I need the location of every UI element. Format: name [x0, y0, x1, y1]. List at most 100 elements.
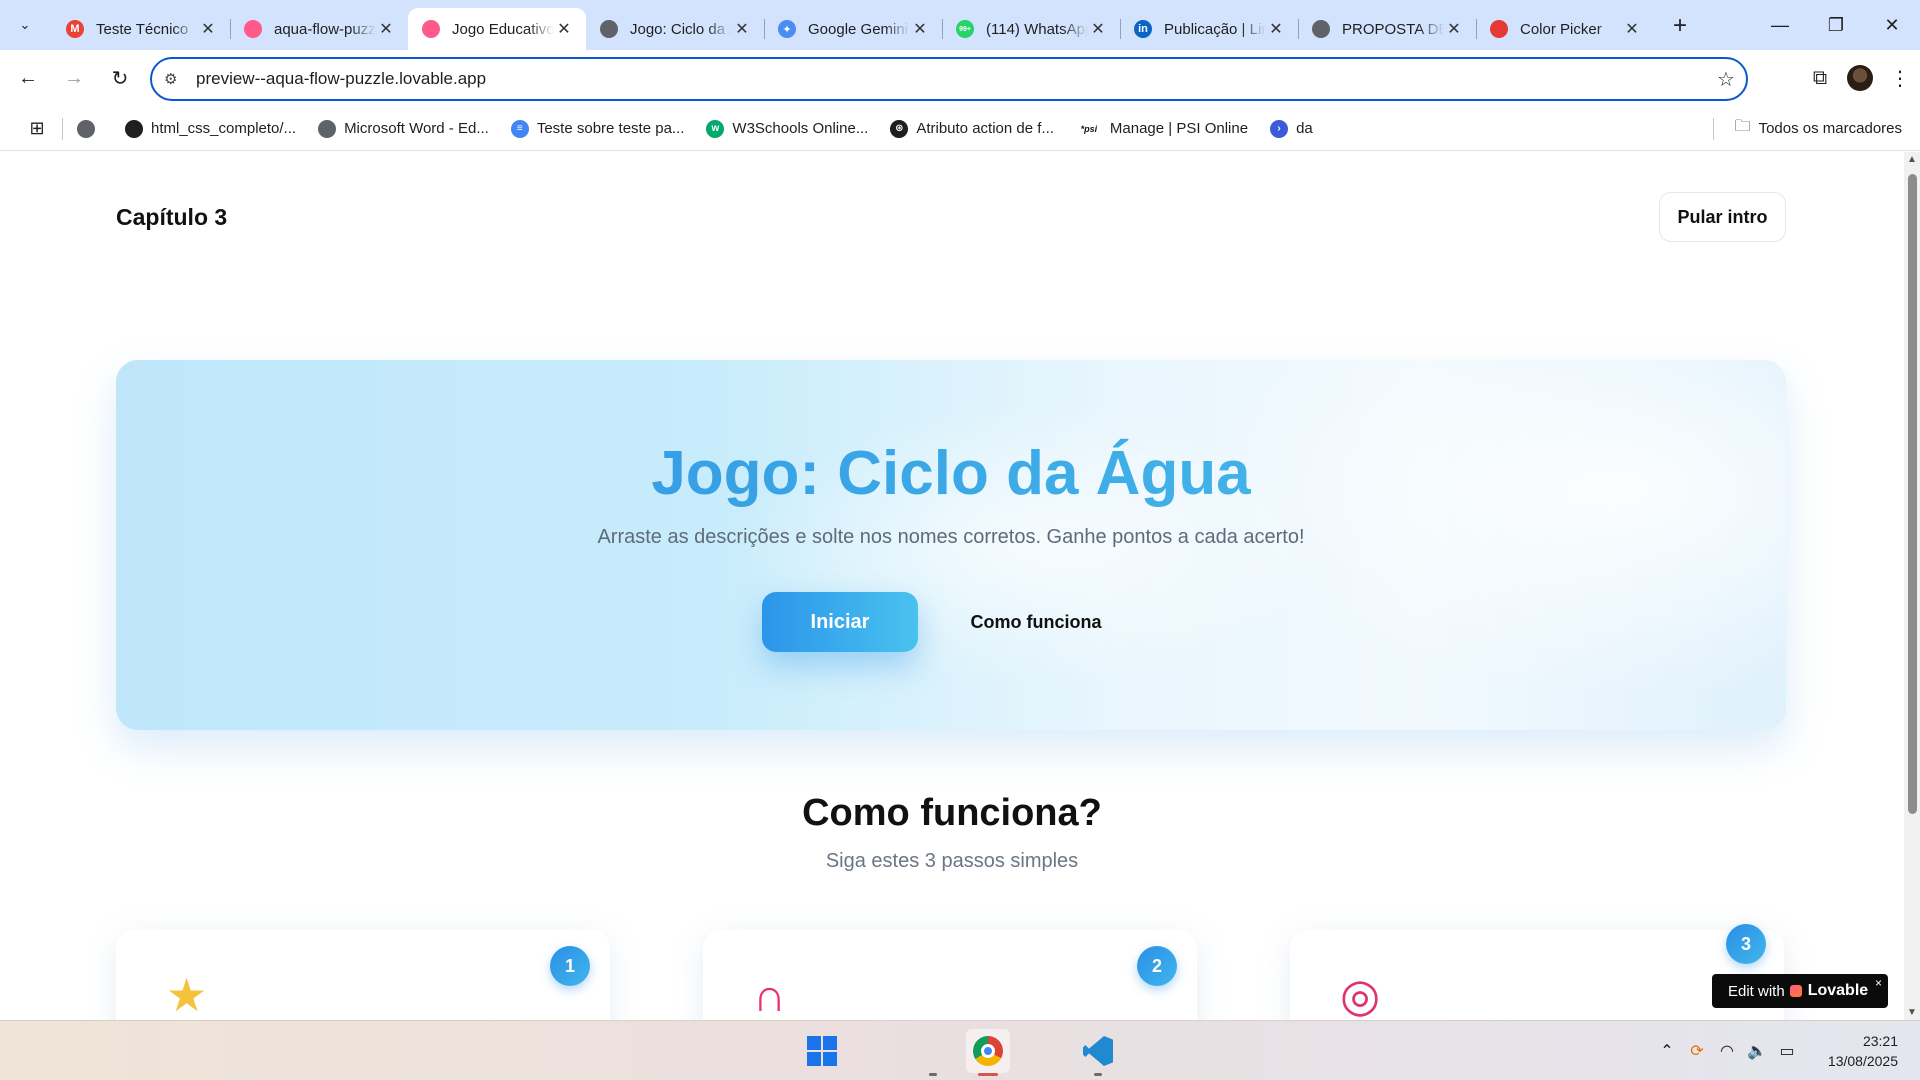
tab-3[interactable]: Jogo Educativo ✕ [408, 8, 586, 50]
battery-icon[interactable]: ▭ [1772, 1041, 1802, 1061]
bookmark-item[interactable]: › da [1270, 119, 1313, 138]
docs-icon: ≡ [510, 119, 529, 138]
tab-list: MTeste Técnico✕aqua-flow-puzzle✕Jogo Edu… [52, 8, 1654, 50]
step-card: ★ 1 [116, 930, 610, 1020]
address-bar[interactable]: ⚙ preview--aqua-flow-puzzle.lovable.app … [150, 57, 1748, 101]
tab-9[interactable]: Color Picker ✕ [1476, 8, 1654, 50]
hero-title: Jogo: Ciclo da Água [116, 438, 1786, 509]
globe-icon [77, 119, 95, 138]
start-button-windows[interactable] [800, 1029, 844, 1073]
sync-icon[interactable]: ⟳ [1682, 1041, 1712, 1061]
tab-2[interactable]: aqua-flow-puzzle✕ [230, 8, 408, 50]
github-icon [125, 119, 143, 138]
reload-button[interactable]: ↻ [102, 61, 138, 97]
window-controls: — ❐ ✕ [1752, 0, 1920, 50]
close-icon[interactable]: ✕ [1622, 19, 1642, 39]
close-icon[interactable]: ✕ [1266, 19, 1286, 39]
bookmark-label: Atributo action de f... [916, 120, 1054, 137]
bookmark-item[interactable]: html_css_completo/... [125, 119, 297, 138]
bookmark-item[interactable]: Microsoft Word - Ed... [318, 119, 489, 138]
tab-4[interactable]: Jogo: Ciclo da Água✕ [586, 8, 764, 50]
close-icon[interactable]: ✕ [910, 19, 930, 39]
menu-dots-icon[interactable]: ⋮ [1880, 60, 1920, 96]
bookmark-item[interactable]: w W3Schools Online... [706, 119, 868, 138]
how-section-subtitle: Siga estes 3 passos simples [825, 850, 1079, 872]
hero-card: Jogo: Ciclo da Água Arraste as descriçõe… [116, 360, 1786, 730]
bookmark-label: html_css_completo/... [151, 120, 297, 137]
forward-button[interactable]: → [56, 61, 92, 97]
clock-time: 23:21 [1862, 1033, 1898, 1049]
start-button[interactable]: Iniciar [762, 592, 918, 652]
apps-grid-icon[interactable]: ⊞ [20, 118, 54, 139]
folder-icon: 🗀 [1734, 118, 1751, 135]
whatsapp-icon: 99+ [956, 20, 974, 38]
skip-intro-button[interactable]: Pular intro [1659, 192, 1786, 242]
extensions-icon[interactable]: ⧉ [1800, 60, 1840, 96]
tab-title: Google Gemini [808, 20, 909, 38]
target-icon: ◎ [1340, 969, 1381, 1020]
how-section-title: Como funciona? [802, 792, 1102, 834]
close-window-icon[interactable]: ✕ [1864, 0, 1920, 50]
gemini-icon: ✦ [778, 20, 796, 38]
copilot-icon: › [1270, 119, 1289, 138]
bookmark-list: html_css_completo/... Microsoft Word - Ed… [125, 119, 1335, 138]
bookmarks-divider [62, 117, 63, 140]
globe-icon [318, 119, 337, 138]
close-icon[interactable]: × [1875, 976, 1882, 990]
volume-icon[interactable]: 🔈 [1742, 1041, 1772, 1061]
new-tab-button[interactable]: + [1664, 10, 1696, 42]
tab-8[interactable]: PROPOSTA DE ✕ [1298, 8, 1476, 50]
tab-title: Color Picker [1520, 20, 1602, 38]
hero-subtitle: Arraste as descrições e solte nos nomes … [597, 526, 1305, 548]
edit-with-lovable-badge[interactable]: Edit with Lovable × [1712, 974, 1888, 1008]
site-info-icon[interactable]: ⚙ [164, 70, 186, 88]
scroll-thumb[interactable] [1908, 174, 1917, 814]
globe-icon [1312, 20, 1330, 38]
tab-title: aqua-flow-puzzle [274, 20, 376, 38]
bookmark-label: Manage | PSI Online [1109, 120, 1249, 137]
tab-5[interactable]: ✦ Google Gemini ✕ [764, 8, 942, 50]
back-button[interactable]: ← [10, 61, 46, 97]
tab-1[interactable]: M Teste Técnico ✕ [52, 8, 230, 50]
scroll-up-icon[interactable]: ▲ [1907, 154, 1917, 165]
close-icon[interactable]: ✕ [1444, 19, 1464, 39]
step-card: ◎ 3 [1290, 924, 1784, 1020]
restore-icon[interactable]: ❐ [1808, 0, 1864, 50]
close-icon[interactable]: ✕ [1088, 19, 1108, 39]
all-bookmarks[interactable]: 🗀 Todos os marcadores [1712, 115, 1902, 142]
bookmark-item[interactable]: ⊛ Atributo action de f... [890, 119, 1054, 138]
step-number-badge: 2 [1137, 946, 1177, 986]
clock-date: 13/08/2025 [1827, 1053, 1898, 1069]
profile-avatar[interactable] [1847, 65, 1873, 91]
wifi-icon[interactable]: ◠ [1712, 1041, 1742, 1061]
url-text[interactable]: preview--aqua-flow-puzzle.lovable.app [196, 69, 1706, 89]
tab-title: PROPOSTA DE [1342, 20, 1444, 38]
bookmark-item[interactable]: ≡ Teste sobre teste pa... [510, 119, 685, 138]
bookmark-item[interactable]: *psi Manage | PSI Online [1075, 119, 1249, 138]
page-scrollbar[interactable]: ▲ ▼ [1904, 152, 1920, 1020]
gmail-icon: M [66, 20, 84, 38]
close-icon[interactable]: ✕ [376, 19, 396, 39]
how-it-works-button[interactable]: Como funciona [956, 592, 1116, 652]
close-icon[interactable]: ✕ [554, 19, 574, 39]
browser-toolbar: ← → ↻ ⚙ preview--aqua-flow-puzzle.lovabl… [0, 50, 1920, 107]
tab-6[interactable]: 99+ (114) WhatsApp ✕ [942, 8, 1120, 50]
tab-search-button[interactable]: ⌄ [10, 10, 40, 40]
bookmark-label: Teste sobre teste pa... [536, 120, 685, 137]
close-icon[interactable]: ✕ [198, 19, 218, 39]
arrow-right-icon: → [64, 67, 84, 89]
bookmark-globe[interactable] [77, 119, 103, 138]
clock[interactable]: 23:21 13/08/2025 [1802, 1031, 1898, 1071]
tab-7[interactable]: in Publicação | LinkedIn✕ [1120, 8, 1298, 50]
vscode-icon [1083, 1036, 1113, 1066]
taskbar-chrome[interactable] [966, 1029, 1010, 1073]
lovable-icon [422, 20, 440, 38]
minimize-icon[interactable]: — [1752, 0, 1808, 50]
colorpicker-icon [1490, 20, 1508, 38]
close-icon[interactable]: ✕ [732, 19, 752, 39]
openai-icon: ⊛ [890, 119, 909, 138]
taskbar-vscode[interactable] [1076, 1029, 1120, 1073]
bookmark-star-icon[interactable]: ☆ [1706, 67, 1746, 92]
scroll-down-icon[interactable]: ▼ [1907, 1007, 1917, 1018]
chevron-up-icon[interactable]: ⌃ [1652, 1041, 1682, 1061]
